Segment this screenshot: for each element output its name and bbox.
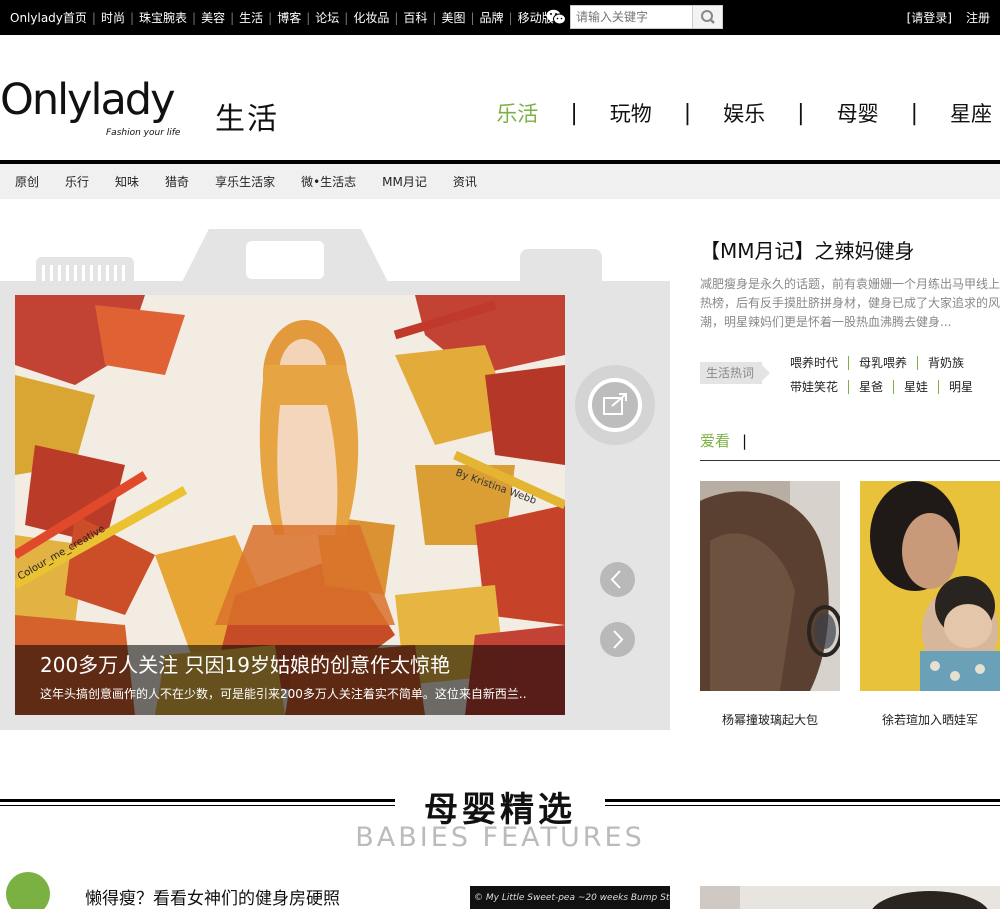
wechat-icon[interactable] (546, 9, 566, 25)
search-box (570, 5, 723, 29)
sub-nav-news[interactable]: 资讯 (453, 173, 477, 190)
logo-wordmark: Onlylady (0, 75, 176, 125)
section-title: 生活 (215, 102, 279, 137)
hot-word-link[interactable]: 带娃笑花 (790, 375, 838, 399)
site-logo[interactable]: Onlylady Fashion your life (0, 79, 205, 141)
sub-nav-original[interactable]: 原创 (15, 173, 39, 190)
main-nav-horoscope[interactable]: 星座 (950, 98, 992, 128)
top-nav-forum[interactable]: 论坛 (315, 9, 339, 26)
top-nav: Onlylady首页 | 时尚 | 珠宝腕表 | 美容 | 生活 | 博客 | 论坛 | 化妆… (10, 9, 554, 26)
main-nav-gadgets[interactable]: 玩物 (610, 98, 652, 128)
hot-words-label: 生活热词 (700, 362, 770, 384)
share-icon (603, 393, 627, 415)
babies-image-caption: © My Little Sweet-pea ~20 weeks Bump Sto… (474, 893, 670, 903)
search-input[interactable] (571, 6, 693, 28)
love-caption-1[interactable]: 杨幂撞玻璃起大包 (700, 711, 840, 728)
main-nav-baby[interactable]: 母婴 (837, 98, 879, 128)
sub-nav-food[interactable]: 知味 (115, 173, 139, 190)
love-divider (700, 460, 1000, 461)
sub-nav-lifestyle[interactable]: 享乐生活家 (215, 173, 275, 190)
main-nav: 乐活 | 玩物 | 娱乐 | 母婴 | 星座 (496, 98, 992, 128)
hot-word-link[interactable]: 母乳喂养 (859, 351, 907, 375)
sub-nav-mm-diary[interactable]: MM月记 (382, 173, 427, 190)
thumbnail-image (860, 481, 1000, 691)
love-caption-2[interactable]: 徐若瑄加入晒娃军 (860, 711, 1000, 728)
sub-nav-travel[interactable]: 乐行 (65, 173, 89, 190)
slide-caption: 200多万人关注 只因19岁姑娘的创意作太惊艳 这年头搞创意画作的人不在少数，可… (15, 645, 565, 715)
top-bar: Onlylady首页 | 时尚 | 珠宝腕表 | 美容 | 生活 | 博客 | 论坛 | 化妆… (0, 0, 1000, 35)
hot-word-link[interactable]: 星娃 (904, 375, 928, 399)
slide-title[interactable]: 200多万人关注 只因19岁姑娘的创意作太惊艳 (40, 649, 450, 678)
top-nav-jewelry[interactable]: 珠宝腕表 (139, 9, 187, 26)
slide-image[interactable]: By Kristina Webb Colour_me_creative 200多… (15, 295, 565, 715)
sub-nav-micro-life[interactable]: 微•生活志 (301, 173, 356, 190)
top-nav-brands[interactable]: 品牌 (480, 9, 504, 26)
camera-window-decoration (246, 241, 324, 279)
love-section-heading: 爱看 | (700, 432, 748, 450)
user-links: [请登录] 注册 (907, 0, 990, 35)
love-heading-label[interactable]: 爱看 (700, 432, 730, 450)
badge-decoration (6, 872, 50, 909)
login-link[interactable]: [请登录] (907, 9, 952, 26)
babies-title-en: BABIES FEATURES (355, 822, 645, 853)
sub-nav-curious[interactable]: 猎奇 (165, 173, 189, 190)
feature-slider: By Kristina Webb Colour_me_creative 200多… (0, 229, 670, 730)
top-nav-life[interactable]: 生活 (239, 9, 263, 26)
feature-title[interactable]: 【MM月记】之辣妈健身 (700, 235, 915, 264)
next-slide-button[interactable] (600, 622, 635, 657)
slide-description: 这年头搞创意画作的人不在少数，可是能引来200多万人关注着实不简单。这位来自新西… (40, 687, 527, 701)
babies-article-title[interactable]: 懒得瘦？看看女神们的健身房硬照 (85, 884, 340, 909)
logo-tagline: Fashion your life (106, 128, 181, 138)
babies-article-image[interactable]: © My Little Sweet-pea ~20 weeks Bump Sto… (470, 886, 670, 909)
main-nav-lohas[interactable]: 乐活 (496, 98, 538, 128)
search-button[interactable] (692, 6, 722, 28)
camera-grill-decoration (36, 257, 134, 281)
top-nav-cosmetics[interactable]: 化妆品 (353, 9, 389, 26)
love-thumbnail-2[interactable] (860, 481, 1000, 691)
feature-description: 减肥瘦身是永久的话题，前有袁姗姗一个月练出马甲线上热榜，后有反手摸肚脐拼身材，健… (700, 277, 1000, 329)
chevron-left-icon (610, 570, 621, 589)
hot-words-list: 喂养时代 母乳喂养 背奶族 带娃笑花 星爸 星娃 明星 (790, 351, 1000, 399)
top-nav-fashion[interactable]: 时尚 (101, 9, 125, 26)
babies-divider-left (0, 799, 395, 806)
top-nav-wiki[interactable]: 百科 (403, 9, 427, 26)
hot-word-link[interactable]: 背奶族 (928, 351, 964, 375)
chevron-right-icon (613, 630, 624, 649)
top-nav-beauty[interactable]: 美容 (201, 9, 225, 26)
babies-article-image-2[interactable] (700, 886, 1000, 909)
hot-word-link[interactable]: 星爸 (859, 375, 883, 399)
search-icon (701, 10, 715, 24)
share-button[interactable] (575, 365, 655, 445)
top-nav-blog[interactable]: 博客 (277, 9, 301, 26)
love-thumbnail-1[interactable] (700, 481, 840, 691)
main-nav-entertainment[interactable]: 娱乐 (723, 98, 765, 128)
hot-word-link[interactable]: 明星 (949, 375, 973, 399)
sub-nav: 原创 乐行 知味 猎奇 享乐生活家 微•生活志 MM月记 资讯 (0, 164, 1000, 199)
article-photo (700, 886, 988, 909)
babies-divider-right (605, 799, 1000, 806)
thumbnail-image (700, 481, 840, 691)
top-nav-home[interactable]: Onlylady首页 (10, 9, 87, 26)
prev-slide-button[interactable] (600, 562, 635, 597)
register-link[interactable]: 注册 (966, 9, 990, 26)
camera-bump-decoration (520, 249, 602, 282)
hot-word-link[interactable]: 喂养时代 (790, 351, 838, 375)
top-nav-photos[interactable]: 美图 (441, 9, 465, 26)
